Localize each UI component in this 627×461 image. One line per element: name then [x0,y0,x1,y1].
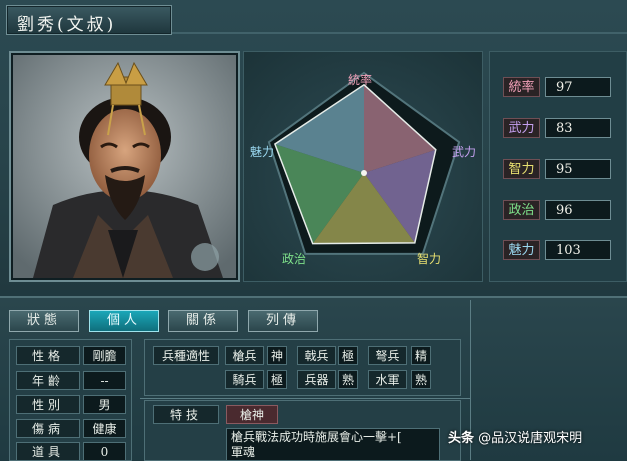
stat-label-intelligence: 智力 [503,159,540,179]
stat-label-politics: 政治 [503,200,540,220]
officer-name: 劉秀(文叔) [6,5,172,35]
radar-label-charisma: 魅力 [250,145,275,159]
officer-portrait [13,55,236,278]
info-value-injury: 健康 [83,419,126,438]
stat-label-war: 武力 [503,118,540,138]
radar-label-intelligence: 智力 [417,252,442,266]
skill-name[interactable]: 槍神 [226,405,278,424]
aptitude-title: 兵種適性 [153,346,219,365]
header-divider [172,32,627,34]
stat-value-politics: 96 [545,200,611,220]
info-label-injury: 傷病 [16,419,80,438]
tab-status[interactable]: 狀態 [9,310,79,332]
watermark-brand: 头条 [448,431,475,446]
info-label-items: 道具 [16,442,80,461]
tab-biography[interactable]: 列傳 [248,310,318,332]
radar-label-politics: 政治 [282,252,307,266]
stat-label-charisma: 魅力 [503,240,540,260]
aptitude-label-crossbow: 弩兵 [368,346,407,365]
aptitude-label-spear: 槍兵 [225,346,264,365]
aptitude-grade-navy: 熟 [411,370,431,389]
aptitude-grade-crossbow: 精 [411,346,431,365]
watermark-handle: @品汉说唐观宋明 [478,431,583,446]
info-value-personality: 剛膽 [83,346,126,365]
tab-relations[interactable]: 關係 [168,310,238,332]
info-label-age: 年齡 [16,371,80,390]
skill-description-line1: 槍兵戰法成功時施展會心一擊+[ [231,430,402,444]
stat-label-command: 統率 [503,77,540,97]
skill-description-line2: 軍魂 [231,445,256,459]
aptitude-label-navy: 水軍 [368,370,407,389]
section-divider [140,398,470,399]
aptitude-label-siege: 兵器 [297,370,336,389]
aptitude-grade-spear: 神 [267,346,287,365]
skill-description: 槍兵戰法成功時施展會心一擊+[ 軍魂 [226,428,440,461]
info-value-items: 0 [83,442,126,461]
info-value-age: -- [83,371,126,390]
skill-label: 特技 [153,405,219,424]
info-label-gender: 性別 [16,395,80,414]
aptitude-label-halberd: 戟兵 [297,346,336,365]
aptitude-label-cavalry: 騎兵 [225,370,264,389]
aptitude-grade-cavalry: 極 [267,370,287,389]
stat-value-intelligence: 95 [545,159,611,179]
tab-personal[interactable]: 個人 [89,310,159,332]
stat-value-charisma: 103 [545,240,611,260]
aptitude-grade-halberd: 極 [338,346,358,365]
stat-value-command: 97 [545,77,611,97]
aptitude-grade-siege: 熟 [338,370,358,389]
radar-label-command: 統率 [348,73,373,87]
info-label-personality: 性格 [16,346,80,365]
watermark: 头条 @品汉说唐观宋明 [440,425,590,453]
radar-label-war: 武力 [452,145,477,159]
info-value-gender: 男 [83,395,126,414]
stat-value-war: 83 [545,118,611,138]
